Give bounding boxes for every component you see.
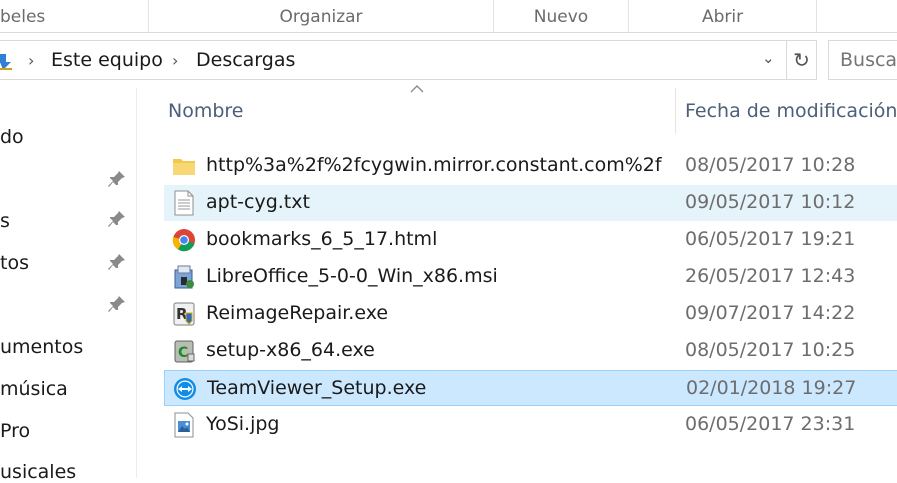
downloads-arrow-icon: [0, 54, 12, 70]
file-date: 06/05/2017 19:21: [685, 228, 856, 250]
file-row[interactable]: LibreOffice_5-0-0_Win_x86.msi 26/05/2017…: [164, 259, 897, 295]
pin-icon[interactable]: [108, 253, 126, 271]
file-date: 09/05/2017 10:12: [685, 191, 856, 213]
ribbon-divider: [0, 32, 897, 33]
file-date: 26/05/2017 12:43: [685, 265, 856, 287]
ribbon-group-organizar[interactable]: Organizar: [149, 0, 493, 32]
breadcrumb-este-equipo[interactable]: Este equipo: [51, 49, 163, 71]
file-row-selected[interactable]: TeamViewer_Setup.exe 02/01/2018 19:27: [164, 370, 897, 406]
file-row[interactable]: bookmarks_6_5_17.html 06/05/2017 19:21: [164, 222, 897, 258]
file-row[interactable]: http%3a%2f%2fcygwin.mirror.constant.com%…: [164, 148, 897, 184]
teamviewer-icon: [174, 378, 196, 400]
chrome-icon: [172, 229, 195, 252]
folder-icon: [173, 159, 195, 175]
nav-item[interactable]: umentos: [0, 336, 83, 358]
file-row[interactable]: C setup-x86_64.exe 08/05/2017 10:25: [164, 333, 897, 369]
navigation-pane: do s tos umentos música Pro usicales: [0, 88, 137, 483]
file-name: bookmarks_6_5_17.html: [206, 228, 438, 250]
file-date: 02/01/2018 19:27: [686, 377, 857, 399]
file-name: YoSi.jpg: [206, 413, 280, 435]
address-bar[interactable]: › Este equipo › Descargas ⌄: [0, 40, 787, 80]
text-file-icon: [174, 190, 194, 216]
file-name: ReimageRepair.exe: [206, 302, 389, 324]
cygwin-setup-icon: C: [174, 340, 195, 363]
nav-item[interactable]: s: [0, 210, 10, 232]
pin-icon[interactable]: [108, 170, 126, 188]
breadcrumb-descargas[interactable]: Descargas: [196, 49, 295, 71]
file-row[interactable]: YoSi.jpg 06/05/2017 23:31: [164, 407, 897, 443]
file-row[interactable]: R ReimageRepair.exe 09/07/2017 14:22: [164, 296, 897, 332]
nav-item[interactable]: música: [0, 378, 68, 400]
column-separator[interactable]: [675, 88, 676, 134]
nav-item[interactable]: Pro: [0, 420, 30, 442]
file-row[interactable]: apt-cyg.txt 09/05/2017 10:12: [164, 185, 897, 221]
nav-item[interactable]: usicales: [0, 461, 76, 483]
installer-icon: [174, 265, 194, 289]
file-name: http%3a%2f%2fcygwin.mirror.constant.com%…: [206, 154, 662, 176]
breadcrumb-chevron-icon[interactable]: ›: [28, 51, 34, 70]
file-date: 08/05/2017 10:28: [685, 154, 856, 176]
svg-text:C: C: [178, 345, 188, 361]
file-date: 06/05/2017 23:31: [685, 413, 856, 435]
file-date: 08/05/2017 10:25: [685, 339, 856, 361]
ribbon-separator: [816, 0, 817, 32]
file-name: apt-cyg.txt: [206, 191, 310, 213]
column-header-name[interactable]: Nombre: [168, 100, 244, 122]
file-name: LibreOffice_5-0-0_Win_x86.msi: [206, 265, 498, 287]
ribbon-group-labels: beles: [0, 7, 46, 27]
file-name: TeamViewer_Setup.exe: [207, 377, 427, 399]
image-file-icon: [174, 412, 194, 438]
refresh-icon: ↻: [793, 48, 810, 72]
file-name: setup-x86_64.exe: [206, 339, 375, 361]
breadcrumb-chevron-icon[interactable]: ›: [172, 51, 178, 70]
pin-icon[interactable]: [108, 210, 126, 228]
search-input[interactable]: [828, 40, 897, 80]
file-date: 09/07/2017 14:22: [685, 302, 856, 324]
refresh-button[interactable]: ↻: [787, 40, 817, 80]
nav-item[interactable]: do: [0, 126, 24, 148]
column-header-date[interactable]: Fecha de modificación: [685, 100, 897, 122]
nav-item[interactable]: tos: [0, 252, 29, 274]
sort-ascending-icon: [410, 85, 424, 93]
pin-icon[interactable]: [108, 295, 126, 313]
ribbon-group-nuevo[interactable]: Nuevo: [494, 0, 628, 32]
reimage-icon: R: [173, 302, 195, 326]
ribbon-group-abrir[interactable]: Abrir: [629, 0, 816, 32]
address-dropdown-icon[interactable]: ⌄: [762, 49, 775, 67]
ribbon: beles Organizar Nuevo Abrir: [0, 0, 897, 32]
